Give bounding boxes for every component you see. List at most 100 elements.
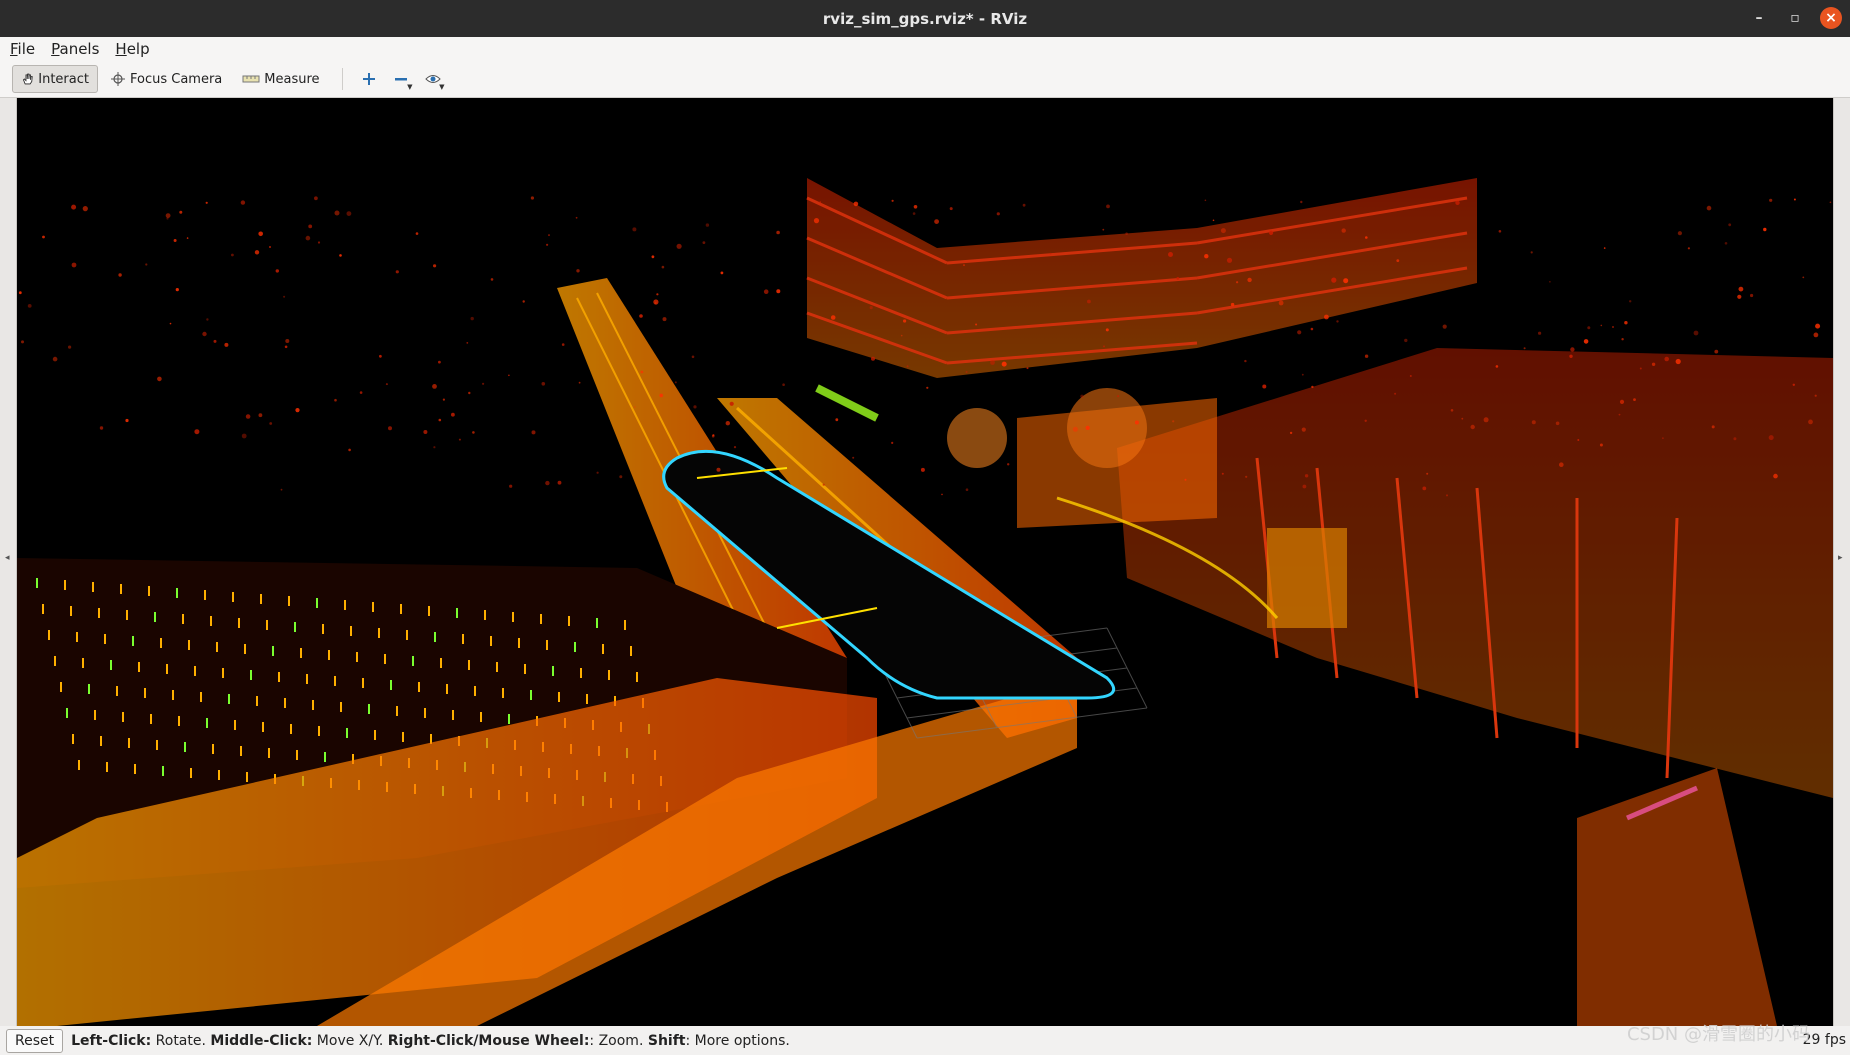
right-dock-handle[interactable]: ▸ (1833, 98, 1850, 1026)
point (438, 418, 442, 422)
remove-tool-button[interactable]: ▼ (387, 65, 415, 93)
point (1802, 276, 1805, 279)
point (561, 343, 565, 346)
render-panel-3d-view[interactable] (17, 98, 1833, 1026)
hint-key: Shift (647, 1032, 686, 1049)
point (1394, 392, 1397, 395)
point (1737, 294, 1742, 299)
point (1538, 331, 1542, 335)
point (1555, 421, 1560, 426)
point (99, 426, 104, 430)
point (348, 448, 351, 452)
menu-bar: File Panels Help (0, 37, 1850, 61)
point (1442, 324, 1447, 329)
point (906, 365, 909, 368)
point (1664, 356, 1669, 362)
point (891, 441, 894, 444)
point (900, 334, 903, 337)
view-tool-button[interactable]: ▼ (419, 65, 447, 93)
point (776, 230, 780, 235)
point (578, 381, 581, 384)
point (1662, 437, 1664, 440)
point (596, 471, 599, 474)
interact-tool-button[interactable]: Interact (12, 65, 98, 93)
point (662, 317, 667, 322)
point (482, 382, 485, 385)
point (990, 360, 995, 365)
point (240, 200, 246, 205)
point (206, 318, 209, 321)
point (548, 234, 550, 237)
point (1600, 324, 1603, 327)
point (269, 246, 271, 248)
point (1204, 254, 1209, 259)
point (466, 342, 469, 344)
point (442, 398, 445, 401)
left-dock-handle[interactable]: ◂ (0, 98, 17, 1026)
add-tool-button[interactable] (355, 65, 383, 93)
minimize-button[interactable]: – (1748, 7, 1770, 29)
hint-key: Right-Click/Mouse Wheel: (387, 1032, 590, 1049)
measure-tool-button[interactable]: Measure (234, 65, 327, 93)
point (1495, 365, 1499, 368)
point (1117, 395, 1120, 398)
point (1102, 228, 1105, 231)
point (254, 250, 260, 255)
point (1343, 278, 1349, 284)
point (42, 235, 45, 239)
minus-icon (394, 78, 407, 81)
point (852, 456, 855, 459)
point (295, 408, 300, 413)
point (763, 289, 769, 294)
point (720, 271, 724, 275)
point (314, 196, 318, 201)
maximize-button[interactable]: ▫ (1784, 7, 1806, 29)
point (1498, 230, 1502, 233)
point (871, 356, 875, 361)
plus-icon (362, 73, 375, 85)
point (125, 418, 129, 423)
point (545, 480, 550, 486)
point (1603, 247, 1606, 249)
point (1530, 251, 1533, 254)
point (472, 431, 475, 434)
point (1455, 200, 1460, 205)
point (339, 254, 342, 257)
interact-label: Interact (38, 71, 89, 87)
point (1230, 302, 1235, 307)
menu-file[interactable]: File (0, 40, 41, 58)
point (656, 293, 659, 296)
point (258, 413, 263, 418)
point (632, 227, 637, 232)
close-button[interactable]: × (1820, 7, 1842, 29)
point (619, 475, 623, 479)
point (975, 323, 978, 326)
hint-action: : Zoom. (589, 1032, 648, 1049)
reset-button[interactable]: Reset (6, 1028, 64, 1053)
point (18, 291, 22, 295)
point (1577, 439, 1580, 441)
point (1569, 354, 1573, 358)
point (891, 199, 894, 202)
point (1426, 472, 1429, 475)
menu-help[interactable]: Help (105, 40, 155, 58)
point (1301, 373, 1304, 376)
point (241, 433, 247, 439)
point (546, 243, 549, 246)
point (508, 374, 510, 377)
point (819, 201, 822, 204)
point (903, 319, 907, 323)
point (1001, 361, 1007, 367)
point (334, 210, 340, 216)
point (541, 382, 546, 386)
point (1134, 420, 1139, 425)
point (395, 270, 399, 274)
point (531, 430, 536, 435)
menu-panels[interactable]: Panels (41, 40, 105, 58)
point (308, 224, 313, 229)
point (388, 426, 392, 431)
point (334, 398, 337, 402)
point (224, 342, 229, 347)
focus-camera-tool-button[interactable]: Focus Camera (102, 65, 230, 93)
point (258, 231, 263, 237)
